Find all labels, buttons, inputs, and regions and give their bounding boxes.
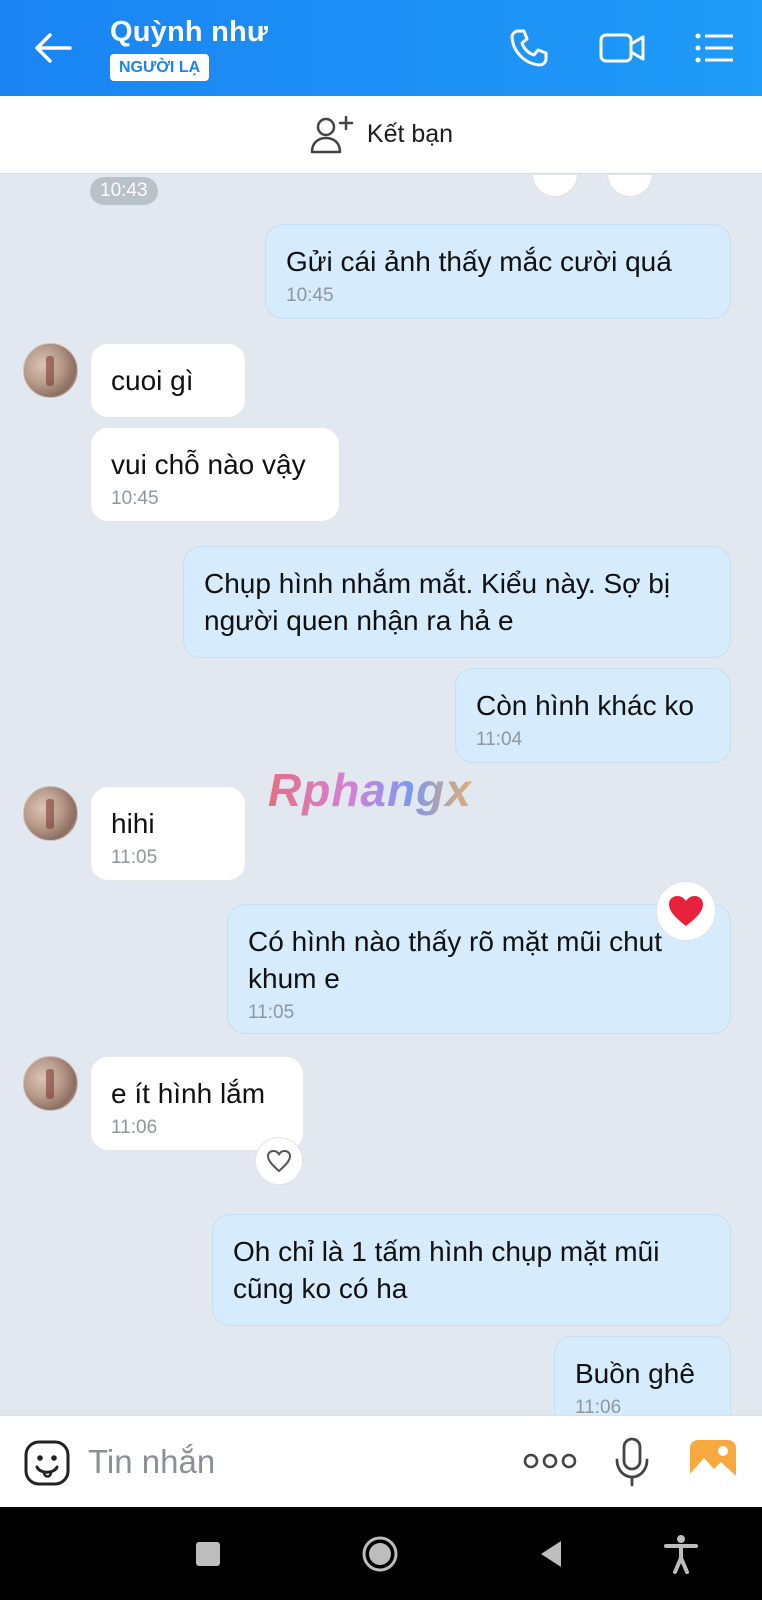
message-time: 11:06 [575,1397,622,1415]
add-friend-button[interactable]: Kết bạn [309,114,453,156]
contact-avatar[interactable] [23,786,78,841]
message-bubble-sent[interactable]: Có hình nào thấy rõ mặt mũi chut khum e … [227,904,731,1034]
message-bubble-received[interactable]: vui chỗ nào vậy 10:45 [90,427,340,522]
message-text: Oh chỉ là 1 tấm hình chụp mặt mũi cũng k… [233,1236,660,1304]
list-menu-icon [695,33,733,63]
chat-header: Quỳnh như NGƯỜI LẠ [0,0,762,96]
message-bubble-sent[interactable]: Chụp hình nhắm mắt. Kiểu này. Sợ bị ngườ… [183,546,731,658]
message-input[interactable] [88,1440,488,1484]
contact-avatar[interactable] [23,343,78,398]
accessibility-button[interactable] [660,1533,702,1575]
message-text: Gửi cái ảnh thấy mắc cười quá [286,246,672,277]
sticker-button[interactable] [22,1438,72,1488]
add-user-icon [310,115,354,153]
options-menu-button[interactable] [692,26,736,70]
accessibility-icon [664,1535,698,1574]
message-text: Có hình nào thấy rõ mặt mũi chut khum e [248,926,662,994]
video-call-button[interactable] [598,26,645,70]
message-bubble-sent[interactable]: Còn hình khác ko 11:04 [455,668,731,763]
message-bubble-received[interactable]: e ít hình lắm 11:06 [90,1056,304,1151]
message-time: 11:05 [111,847,158,868]
video-camera-icon [599,33,645,63]
watermark: Rphangx [268,764,472,816]
phone-icon [510,29,548,67]
message-bubble-sent[interactable]: Oh chỉ là 1 tấm hình chụp mặt mũi cũng k… [212,1214,731,1326]
message-bubble-sent[interactable]: Buồn ghê 11:06 [554,1336,731,1415]
recent-apps-button[interactable] [187,1533,229,1575]
message-text: vui chỗ nào vậy [111,449,306,480]
message-time: 11:05 [248,1002,295,1023]
arrow-left-icon [35,33,72,63]
message-text: Chụp hình nhắm mắt. Kiểu này. Sợ bị ngườ… [204,568,671,636]
react-button[interactable] [255,1137,303,1185]
add-friend-label: Kết bạn [366,120,454,148]
message-text: Còn hình khác ko [476,690,694,721]
sticker-icon [607,175,653,197]
reaction-badge[interactable] [656,881,716,941]
time-separator: 10:43 [90,177,158,205]
message-text: e ít hình lắm [111,1078,266,1109]
message-text: Buồn ghê [575,1358,695,1389]
voice-record-button[interactable] [612,1436,652,1488]
message-time: 10:45 [286,285,334,306]
message-time: 11:06 [111,1117,158,1138]
message-list[interactable]: 10:43 Gửi cái ảnh thấy mắc cười quá 10:4… [0,175,762,1415]
message-composer [0,1415,762,1507]
message-bubble-received[interactable]: cuoi gì [90,343,246,418]
sticker-smile-icon [24,1440,70,1486]
message-bubble-received[interactable]: hihi 11:05 [90,786,246,881]
more-options-button[interactable] [522,1446,578,1476]
message-text: hihi [111,808,155,839]
message-text: cuoi gì [111,365,194,396]
home-button[interactable] [359,1533,401,1575]
more-dots-icon [523,1453,577,1469]
image-gallery-icon [690,1440,736,1482]
system-nav-bar [0,1507,762,1600]
back-button[interactable] [30,28,76,68]
sticker-icon [532,175,578,197]
home-icon [362,1536,398,1572]
microphone-icon [615,1437,649,1487]
back-icon [541,1541,561,1567]
heart-outline-icon [267,1150,291,1172]
recent-apps-icon [196,1542,220,1566]
red-heart-icon [669,896,703,926]
add-friend-bar: Kết bạn [0,96,762,174]
contact-name[interactable]: Quỳnh như [110,16,268,49]
send-image-button[interactable] [688,1438,738,1484]
message-time: 11:04 [476,729,523,750]
nav-back-button[interactable] [530,1533,572,1575]
stranger-badge: NGƯỜI LẠ [110,54,210,81]
contact-avatar[interactable] [23,1056,78,1111]
message-time: 10:45 [111,488,159,509]
message-bubble-sent[interactable]: Gửi cái ảnh thấy mắc cười quá 10:45 [265,224,731,319]
call-button[interactable] [507,26,551,70]
